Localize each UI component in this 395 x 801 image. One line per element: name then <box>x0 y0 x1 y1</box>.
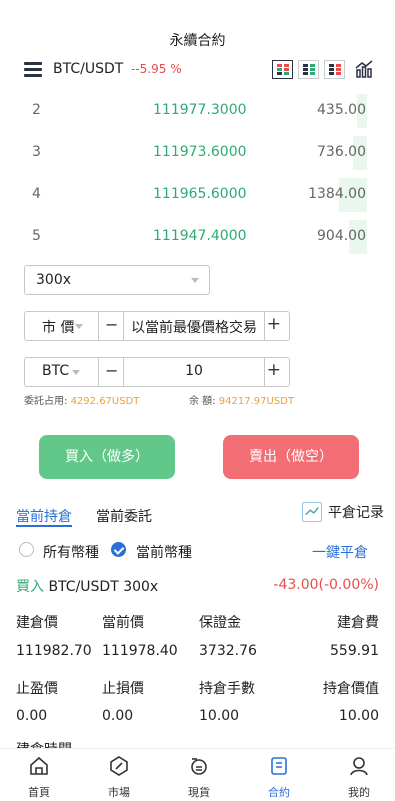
radio-all-coins[interactable] <box>19 542 34 557</box>
orderbook-index: 4 <box>32 186 41 202</box>
nav-home-label: 首頁 <box>28 786 50 799</box>
balance-value: 94217.97USDT <box>218 396 294 407</box>
unit-select[interactable]: BTC <box>25 358 99 386</box>
value-lots: 10.00 <box>199 708 240 724</box>
close-history-label: 平倉记录 <box>328 505 384 521</box>
orderbook-amount: 1384.00 <box>308 186 366 202</box>
nav-profile[interactable]: 我的 <box>329 755 389 800</box>
price-row: 市 價 − 以當前最優價格交易 + <box>24 311 290 341</box>
price-plus-button[interactable]: + <box>267 314 281 334</box>
menu-icon[interactable] <box>24 62 42 77</box>
current-coin-label: 當前幣種 <box>136 545 192 561</box>
all-coins-label: 所有幣種 <box>43 545 99 561</box>
orderbook-row[interactable]: 4 111965.6000 1384.00 <box>0 176 395 216</box>
balance-info: 余 額: 94217.97USDT <box>189 392 294 407</box>
orderbook-row[interactable]: 5 111947.4000 904.00 <box>0 218 395 258</box>
order-type-select[interactable]: 市 價 <box>25 312 99 340</box>
value-open-fee: 559.91 <box>330 643 379 659</box>
close-all-button[interactable]: 一鍵平倉 <box>312 542 368 562</box>
balance-label: 余 額: <box>189 396 216 407</box>
tab-underline <box>16 525 72 527</box>
kline-chart-icon[interactable] <box>354 59 374 79</box>
nav-home[interactable]: 首頁 <box>9 755 69 800</box>
radio-current-coin[interactable] <box>111 542 126 557</box>
position-side: 買入 <box>16 579 44 595</box>
orderbook-row[interactable]: 3 111973.6000 736.00 <box>0 134 395 174</box>
orderbook-amount: 736.00 <box>317 144 366 160</box>
value-margin: 3732.76 <box>199 643 257 659</box>
sell-short-button[interactable]: 賣出（做空） <box>223 435 359 479</box>
leverage-value: 300x <box>36 272 72 288</box>
nav-profile-label: 我的 <box>348 786 370 799</box>
nav-contract[interactable]: 合約 <box>249 755 309 800</box>
nav-spot[interactable]: 現貨 <box>169 755 229 800</box>
position-header: 買入 BTC/USDT 300x <box>16 576 158 596</box>
price-change: --5.95 % <box>131 62 182 76</box>
value-current-price: 111978.40 <box>102 643 178 659</box>
label-margin: 保證金 <box>199 615 241 631</box>
layout-sell-icon[interactable] <box>324 60 345 79</box>
value-take-profit: 0.00 <box>16 708 48 724</box>
compass-icon <box>110 756 128 776</box>
home-icon <box>30 756 48 775</box>
exchange-icon <box>191 758 207 775</box>
chevron-down-icon <box>191 278 199 283</box>
position-pair: BTC/USDT 300x <box>48 579 159 595</box>
chart-line-icon <box>302 502 322 522</box>
label-position-value: 持倉價值 <box>323 681 379 697</box>
page-title: 永續合約 <box>169 33 226 49</box>
chevron-down-icon <box>75 324 83 329</box>
price-input[interactable]: 以當前最優價格交易 <box>125 317 263 337</box>
unit-value: BTC <box>42 363 70 379</box>
margin-value: 4292.67USDT <box>70 396 140 407</box>
value-stop-loss: 0.00 <box>102 708 134 724</box>
value-position-value: 10.00 <box>338 708 379 724</box>
orderbook-price: 111965.6000 <box>153 186 247 202</box>
quantity-input[interactable]: 10 <box>125 363 263 379</box>
contract-icon <box>271 757 287 775</box>
user-icon <box>350 757 368 776</box>
nav-contract-label: 合約 <box>268 786 290 799</box>
margin-label: 委託占用: <box>24 396 68 407</box>
orderbook-index: 2 <box>32 102 41 118</box>
chevron-down-icon <box>72 370 80 375</box>
leverage-select[interactable]: 300x <box>24 265 210 295</box>
label-take-profit: 止盈價 <box>16 681 58 697</box>
tab-orders[interactable]: 當前委託 <box>96 506 152 526</box>
orderbook-amount: 435.00 <box>317 102 366 118</box>
bottom-nav: 首頁 市場 現貨 合約 我的 <box>0 748 395 801</box>
orderbook-price: 111947.4000 <box>153 228 247 244</box>
quantity-row: BTC − 10 + <box>24 357 290 387</box>
tab-positions[interactable]: 當前持倉 <box>16 506 72 526</box>
orderbook-row[interactable]: 2 111977.3000 435.00 <box>0 92 395 132</box>
layout-buy-icon[interactable] <box>298 60 319 79</box>
orderbook-index: 5 <box>32 228 41 244</box>
price-minus-button[interactable]: − <box>105 315 118 334</box>
nav-market-label: 市場 <box>108 786 130 799</box>
layout-both-icon[interactable] <box>272 60 293 79</box>
orderbook-index: 3 <box>32 144 41 160</box>
label-stop-loss: 止損價 <box>102 681 144 697</box>
nav-spot-label: 現貨 <box>188 786 210 799</box>
nav-market[interactable]: 市場 <box>89 755 149 800</box>
pair-selector[interactable]: BTC/USDT <box>53 61 123 77</box>
label-open-fee: 建倉費 <box>337 615 379 631</box>
orderbook-amount: 904.00 <box>317 228 366 244</box>
position-pnl: -43.00(-0.00%) <box>273 577 379 593</box>
orderbook-price: 111977.3000 <box>153 102 247 118</box>
label-current-price: 當前價 <box>102 615 144 631</box>
quantity-plus-button[interactable]: + <box>267 360 281 380</box>
margin-info: 委託占用: 4292.67USDT <box>24 392 139 407</box>
order-type-value: 市 價 <box>42 320 75 336</box>
label-entry-price: 建倉價 <box>16 615 58 631</box>
orderbook-price: 111973.6000 <box>153 144 247 160</box>
quantity-minus-button[interactable]: − <box>105 361 118 380</box>
value-entry-price: 111982.70 <box>16 643 92 659</box>
label-lots: 持倉手數 <box>199 681 255 697</box>
close-history-link[interactable]: 平倉记录 <box>302 502 384 522</box>
buy-long-button[interactable]: 買入（做多） <box>39 435 175 479</box>
